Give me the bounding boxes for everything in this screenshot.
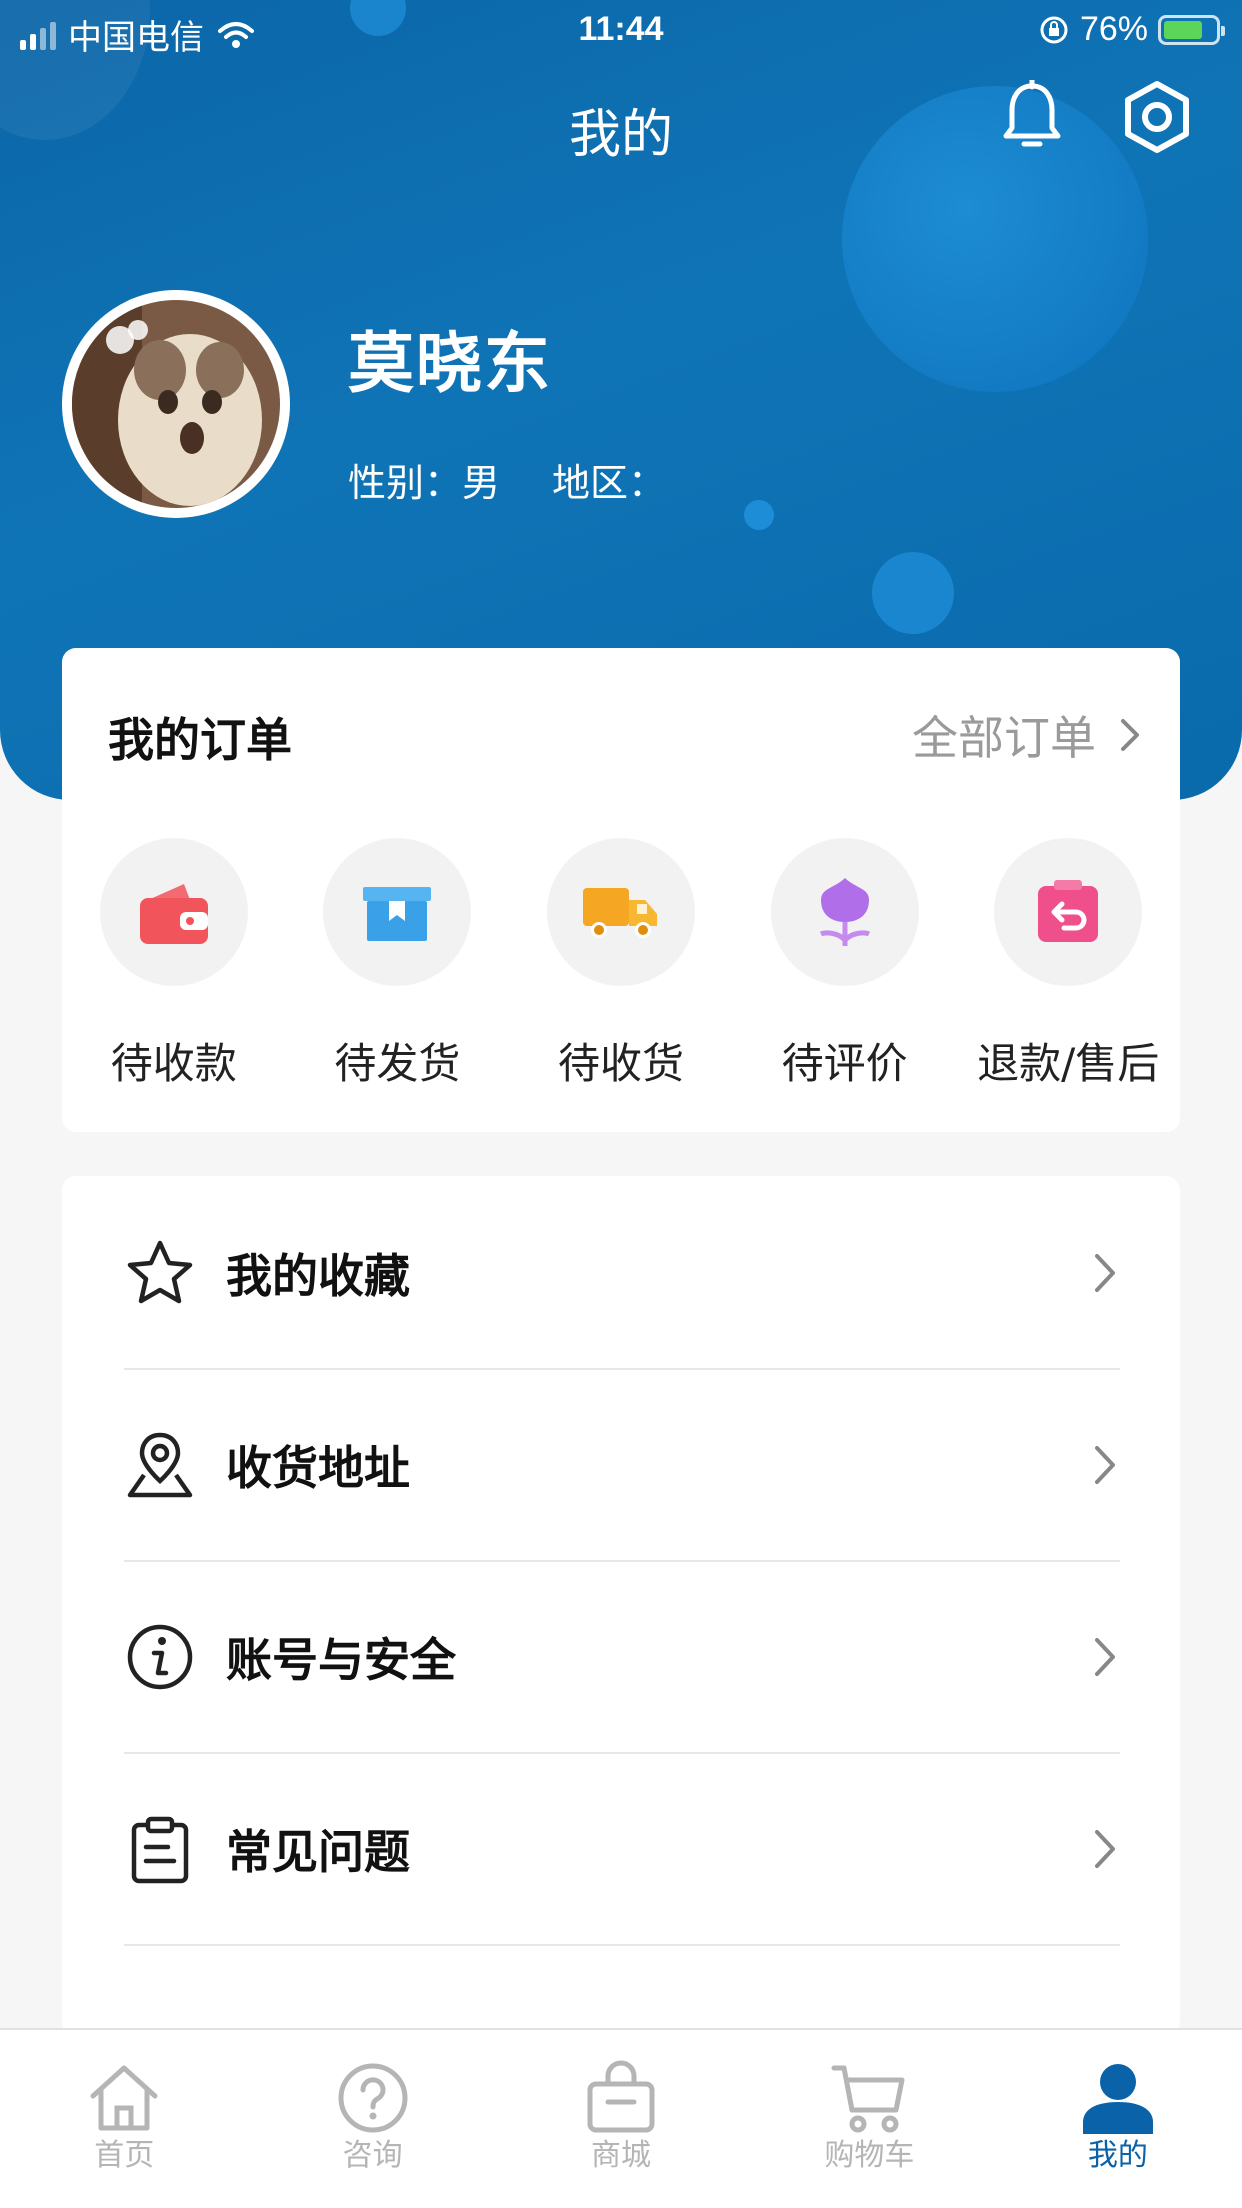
gender-label: 性别：: [348, 461, 463, 505]
decor-bubble: [744, 500, 774, 530]
avatar[interactable]: [62, 290, 290, 518]
tab-label: 咨询: [342, 2138, 403, 2173]
order-status-pending-payment[interactable]: 待收款: [62, 838, 286, 1091]
shopping-bag-icon: [587, 2060, 655, 2133]
avatar-image: [72, 300, 280, 508]
settings-icon[interactable]: [1120, 80, 1194, 154]
gender-field: 性别：男: [348, 452, 500, 507]
tab-bar: 首页 咨询 商城 购物车 我的: [0, 2028, 1242, 2208]
tab-cart[interactable]: 购物车: [745, 2030, 993, 2208]
view-all-orders-label: 全部订单: [912, 711, 1096, 765]
chevron-right-icon: [1095, 1638, 1115, 1676]
bell-icon[interactable]: [1000, 80, 1064, 154]
gender-value: 男: [462, 461, 501, 505]
question-icon: [338, 2063, 408, 2133]
menu-item-faq[interactable]: 常见问题: [124, 1754, 1120, 1946]
menu-item-label: 常见问题: [226, 1825, 410, 1879]
truck-icon: [582, 888, 657, 938]
tab-label: 购物车: [824, 2138, 915, 2173]
tab-label: 首页: [94, 2138, 155, 2173]
battery-percent: 76%: [1079, 10, 1148, 48]
user-icon: [1082, 2064, 1153, 2134]
menu-item-label: 我的收藏: [226, 1249, 410, 1303]
home-icon: [90, 2065, 158, 2131]
order-status-pending-receipt[interactable]: 待收货: [509, 838, 733, 1091]
status-bar: 中国电信 11:44 76%: [0, 0, 1242, 64]
order-status-label: 待收款: [110, 1039, 237, 1088]
tab-consult[interactable]: 咨询: [248, 2030, 496, 2208]
user-name: 莫晓东: [348, 325, 552, 402]
order-status-pending-shipment[interactable]: 待发货: [286, 838, 510, 1091]
tab-mall[interactable]: 商城: [497, 2030, 745, 2208]
refund-icon: [1038, 880, 1099, 942]
cart-icon: [831, 2065, 905, 2133]
tab-home[interactable]: 首页: [0, 2030, 248, 2208]
clipboard-icon: [131, 1816, 189, 1884]
info-icon: [127, 1624, 193, 1690]
location-icon: [127, 1432, 193, 1498]
order-status-label: 退款/售后: [977, 1039, 1160, 1088]
region-label: 地区：: [552, 461, 667, 505]
star-icon: [127, 1240, 193, 1304]
order-status-label: 待评价: [781, 1039, 908, 1088]
order-status-label: 待发货: [334, 1039, 461, 1088]
tab-label: 我的: [1087, 2138, 1148, 2173]
user-info: 性别：男 地区：: [348, 452, 666, 507]
region-field: 地区：: [552, 452, 666, 507]
flower-icon: [819, 878, 870, 946]
tab-label: 商城: [591, 2138, 652, 2173]
chevron-right-icon: [1095, 1254, 1115, 1292]
orders-card: 我的订单 全部订单 待收款 待发货 待收货 待评价 退款/售后: [62, 648, 1180, 1132]
orders-title: 我的订单: [108, 713, 292, 767]
menu-item-account-security[interactable]: 账号与安全: [124, 1562, 1120, 1754]
tab-me[interactable]: 我的: [994, 2030, 1242, 2208]
order-status-label: 待收货: [557, 1039, 684, 1088]
menu-item-label: 收货地址: [226, 1441, 410, 1495]
order-status-pending-review[interactable]: 待评价: [733, 838, 957, 1091]
chevron-right-icon: [1095, 1830, 1115, 1868]
settings-menu: 我的收藏 收货地址 账号与安全 常见问题: [62, 1176, 1180, 2036]
box-icon: [363, 887, 432, 941]
orientation-lock-icon: [1040, 16, 1068, 43]
wallet-icon: [139, 884, 208, 944]
view-all-orders-link[interactable]: 全部订单: [912, 702, 1140, 768]
chevron-right-icon: [1121, 719, 1139, 751]
menu-item-label: 账号与安全: [226, 1633, 456, 1687]
menu-item-favorites[interactable]: 我的收藏: [124, 1178, 1120, 1370]
battery-icon: [1158, 14, 1225, 45]
chevron-right-icon: [1095, 1446, 1115, 1484]
decor-bubble: [872, 552, 954, 634]
order-status-refund[interactable]: 退款/售后: [956, 838, 1180, 1091]
menu-item-address[interactable]: 收货地址: [124, 1370, 1120, 1562]
